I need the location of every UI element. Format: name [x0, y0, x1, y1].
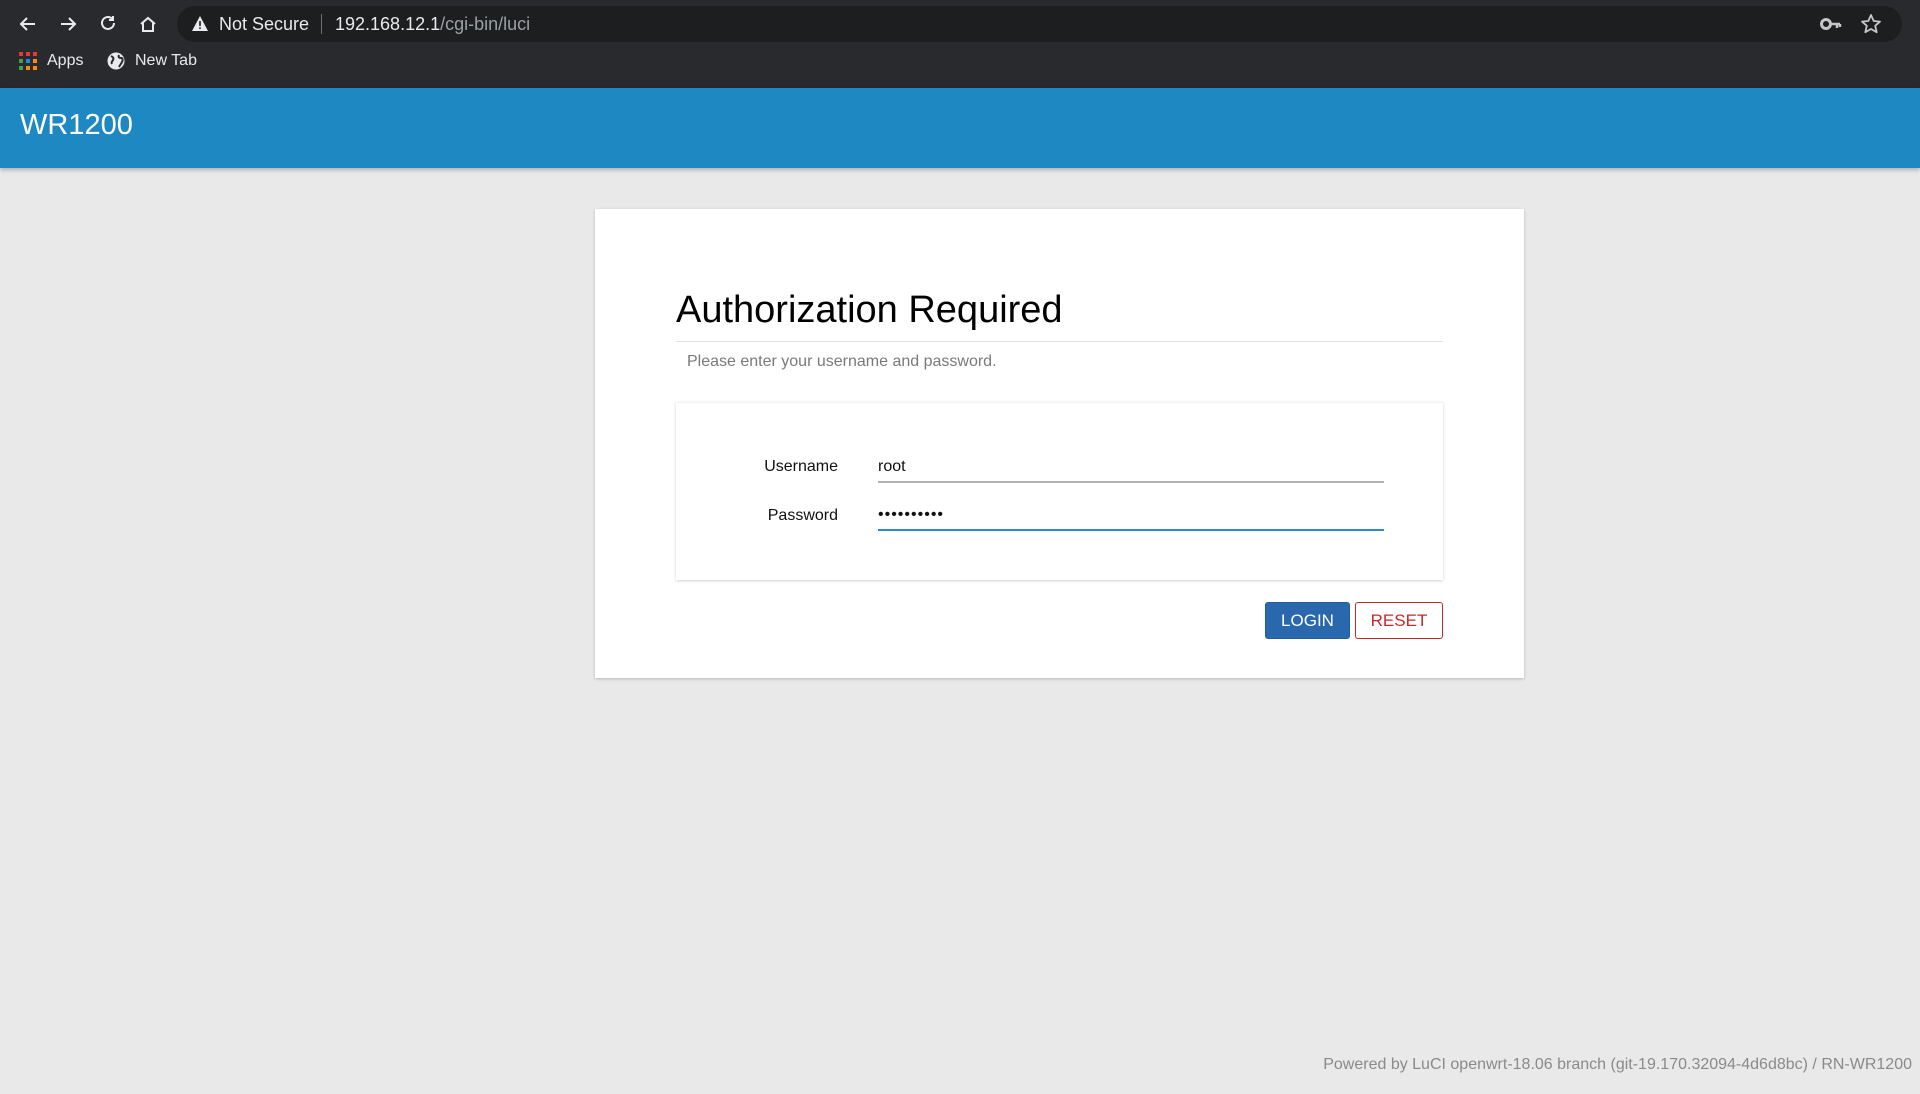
password-label: Password [767, 507, 838, 524]
username-input[interactable] [878, 453, 1384, 483]
globe-icon [107, 52, 125, 70]
credentials-fieldset: Username Password [676, 402, 1443, 580]
reload-icon [101, 15, 115, 30]
reset-button[interactable]: RESET [1355, 602, 1443, 639]
home-icon [140, 16, 156, 32]
bookmark-label: New Tab [135, 52, 197, 69]
login-instructions: Please enter your username and password. [687, 353, 997, 370]
back-button[interactable] [14, 10, 42, 38]
bookmark-new-tab[interactable]: New Tab [107, 52, 197, 70]
login-button[interactable]: LOGIN [1265, 602, 1350, 639]
apps-grid-icon [19, 52, 37, 70]
bookmark-apps[interactable]: Apps [19, 52, 83, 70]
url-text[interactable]: 192.168.12.1/cgi-bin/luci [335, 14, 530, 35]
warning-triangle-icon [192, 16, 208, 31]
browser-chrome: Not Secure 192.168.12.1/cgi-bin/luci App… [0, 0, 1920, 88]
arrow-right-icon [61, 17, 77, 31]
title-divider [676, 341, 1443, 342]
url-host: 192.168.12.1 [335, 14, 441, 34]
page-header: WR1200 [0, 88, 1920, 168]
bookmark-label: Apps [47, 52, 84, 69]
brand-title[interactable]: WR1200 [20, 109, 133, 142]
username-label: Username [764, 458, 838, 475]
footer-text[interactable]: Powered by LuCI openwrt-18.06 branch (gi… [1323, 1056, 1912, 1074]
reload-button[interactable] [94, 10, 122, 38]
key-icon[interactable] [1820, 14, 1842, 34]
address-bar[interactable]: Not Secure 192.168.12.1/cgi-bin/luci [177, 6, 1902, 42]
arrow-left-icon [19, 17, 35, 31]
page-title: Authorization Required [676, 289, 1063, 331]
forward-button[interactable] [54, 10, 82, 38]
url-path: /cgi-bin/luci [440, 14, 531, 34]
login-card: Authorization Required Please enter your… [595, 209, 1524, 678]
star-icon[interactable] [1860, 13, 1882, 35]
password-input[interactable] [878, 501, 1384, 531]
home-button[interactable] [134, 10, 162, 38]
security-label[interactable]: Not Secure [219, 14, 309, 35]
separator [321, 14, 322, 34]
